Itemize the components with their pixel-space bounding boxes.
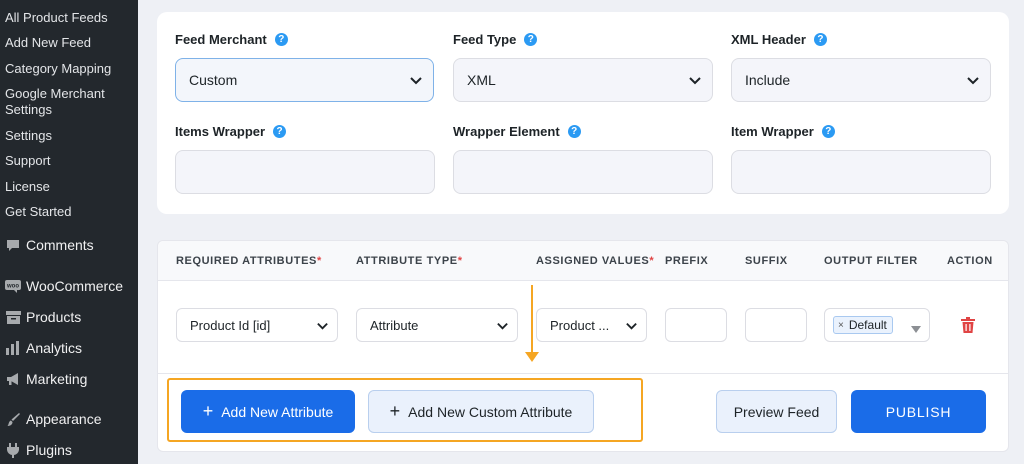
sidebar-subitem-category-mapping[interactable]: Category Mapping [5,61,111,77]
plug-icon [0,442,26,458]
wrapper-element-label-text: Wrapper Element [453,124,560,139]
chevron-down-icon [688,73,702,90]
woo-icon: woo [0,279,26,293]
column-header-output-filter: OUTPUT FILTER [824,255,918,267]
sidebar-item-comments[interactable]: Comments [0,232,138,258]
xml-header-value: Include [745,72,791,88]
item-wrapper-label: Item Wrapper ? [731,124,835,139]
required-attribute-value: Product Id [id] [190,317,271,333]
sidebar-item-products[interactable]: Products [0,304,138,330]
output-filter-select[interactable]: × Default [824,308,930,342]
output-filter-tag-label: Default [848,318,887,332]
trash-icon[interactable] [961,317,975,338]
help-icon[interactable]: ? [274,33,288,46]
wrapper-element-input[interactable] [453,150,713,194]
feed-type-label-text: Feed Type [453,32,517,47]
feed-type-value: XML [467,72,496,88]
sidebar-subitem-google-merchant-settings[interactable]: Google Merchant Settings [5,86,105,118]
sidebar-item-label: Analytics [26,340,83,356]
sidebar-item-woocommerce[interactable]: woo WooCommerce [0,273,138,299]
required-attribute-select[interactable]: Product Id [id] [176,308,338,342]
chevron-down-icon [316,319,329,335]
items-wrapper-label-text: Items Wrapper [175,124,266,139]
comment-icon [0,238,26,252]
sidebar-item-label: WooCommerce [26,278,123,294]
sidebar-item-analytics[interactable]: Analytics [0,335,138,361]
chevron-down-icon [966,73,980,90]
items-wrapper-label: Items Wrapper ? [175,124,287,139]
output-filter-tag: × Default [833,316,893,334]
svg-text:woo: woo [6,283,19,289]
sidebar-subitem-label-line1: Google Merchant [5,86,105,101]
column-header-action: ACTION [947,255,993,267]
xml-header-label-text: XML Header [731,32,806,47]
bar-chart-icon [0,341,26,355]
annotation-arrow-head-icon [525,352,539,362]
help-icon[interactable]: ? [813,33,827,46]
sidebar-subitem-license[interactable]: License [5,179,50,195]
preview-feed-button[interactable]: Preview Feed [716,390,837,433]
assigned-value-select[interactable]: Product ... [536,308,647,342]
sidebar-subitem-support[interactable]: Support [5,153,51,169]
xml-header-label: XML Header ? [731,32,827,47]
megaphone-icon [0,372,26,386]
feed-merchant-label: Feed Merchant ? [175,32,288,47]
sidebar-item-plugins[interactable]: Plugins [0,437,138,463]
chevron-down-icon [409,73,423,90]
item-wrapper-label-text: Item Wrapper [731,124,814,139]
assigned-value: Product ... [550,317,610,333]
publish-label: PUBLISH [885,403,952,420]
caret-down-icon [911,322,921,337]
sidebar-item-label: Marketing [26,371,88,387]
sidebar-subitem-get-started[interactable]: Get Started [5,204,71,220]
feed-merchant-select[interactable]: Custom [175,58,434,102]
chevron-down-icon [496,319,509,335]
feed-merchant-value: Custom [189,72,238,88]
annotation-arrow-line [531,285,533,355]
sidebar-subitem-label-line2: Settings [5,102,52,117]
paintbrush-icon [0,412,26,427]
archive-icon [0,310,26,324]
suffix-input[interactable] [745,308,807,342]
help-icon[interactable]: ? [273,125,287,138]
publish-button[interactable]: PUBLISH [851,390,986,433]
column-header-attribute-type: ATTRIBUTE TYPE* [356,255,463,267]
sidebar-subitem-all-product-feeds[interactable]: All Product Feeds [5,10,108,26]
prefix-input[interactable] [665,308,727,342]
items-wrapper-input[interactable] [175,150,435,194]
column-header-suffix: SUFFIX [745,255,788,267]
attributes-table-header: REQUIRED ATTRIBUTES* ATTRIBUTE TYPE* ASS… [158,241,1008,281]
column-header-prefix: PREFIX [665,255,709,267]
help-icon[interactable]: ? [821,125,835,138]
sidebar-item-label: Plugins [26,442,72,458]
xml-header-select[interactable]: Include [731,58,991,102]
admin-sidebar: All Product Feeds Add New Feed Category … [0,0,138,464]
sidebar-item-label: Products [26,309,82,325]
chevron-down-icon [625,319,638,335]
feed-type-label: Feed Type ? [453,32,538,47]
feed-merchant-label-text: Feed Merchant [175,32,267,47]
remove-tag-icon[interactable]: × [838,320,844,331]
wrapper-element-label: Wrapper Element ? [453,124,581,139]
attribute-type-select[interactable]: Attribute [356,308,518,342]
sidebar-item-label: Appearance [26,411,102,427]
help-icon[interactable]: ? [524,33,538,46]
table-row: Product Id [id] Attribute Product ... × … [158,282,1008,374]
help-icon[interactable]: ? [567,125,581,138]
sidebar-item-label: Comments [26,237,94,253]
sidebar-subitem-add-new-feed[interactable]: Add New Feed [5,35,91,51]
sidebar-subitem-settings[interactable]: Settings [5,128,52,144]
highlight-box [167,378,643,442]
column-header-assigned-values: ASSIGNED VALUES* [536,255,655,267]
sidebar-item-appearance[interactable]: Appearance [0,406,138,432]
feed-type-select[interactable]: XML [453,58,713,102]
preview-feed-label: Preview Feed [733,403,820,420]
column-header-required-attributes: REQUIRED ATTRIBUTES* [176,255,322,267]
attribute-type-value: Attribute [370,317,419,333]
item-wrapper-input[interactable] [731,150,991,194]
sidebar-item-marketing[interactable]: Marketing [0,366,138,392]
